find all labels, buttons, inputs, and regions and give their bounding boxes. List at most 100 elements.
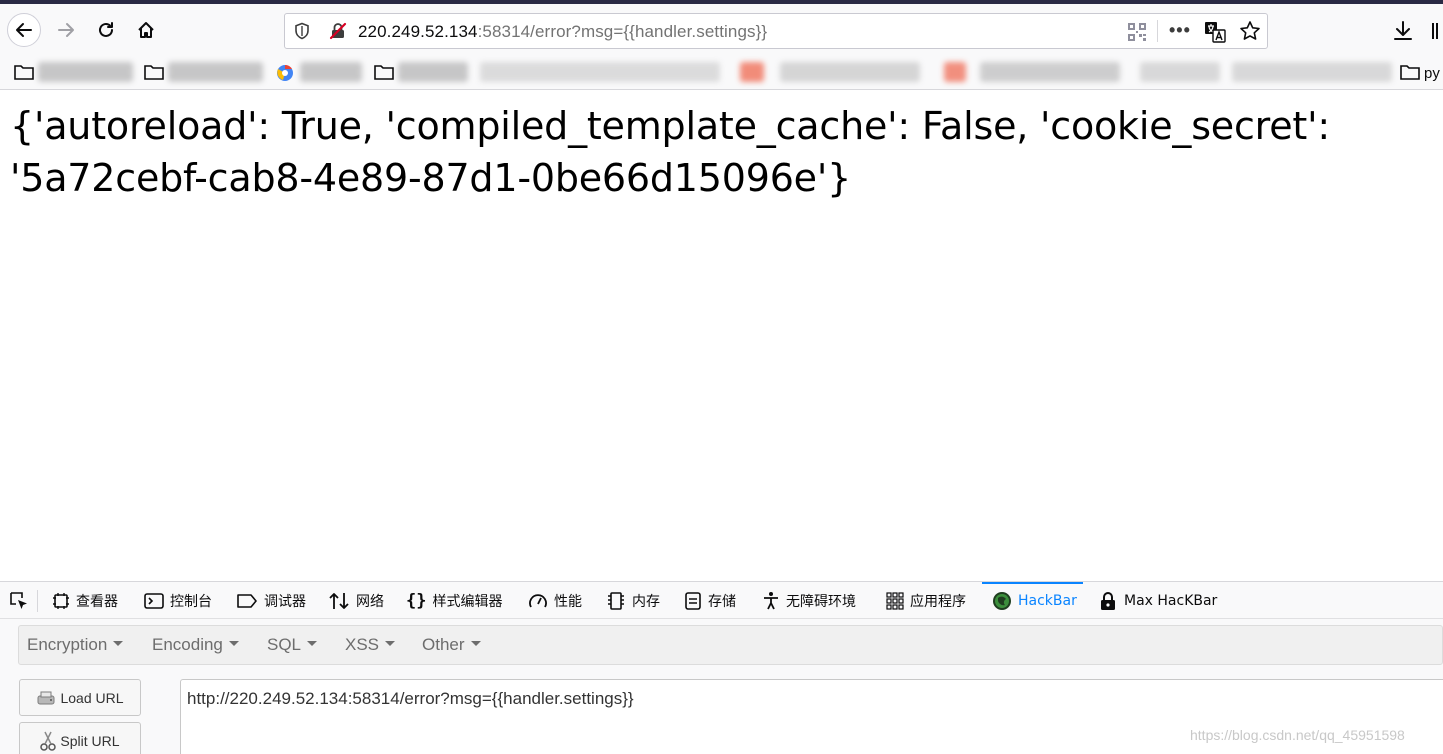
blurred-bookmark[interactable] [480, 62, 720, 82]
tab-performance[interactable]: 性能 [528, 582, 582, 619]
tab-label: 调试器 [264, 593, 306, 610]
navigation-toolbar: 220.249.52.134:58314/error?msg={{handler… [0, 4, 1443, 56]
memory-icon [606, 591, 626, 611]
tab-hackbar[interactable]: HackBar [982, 582, 1083, 619]
bookmark-folder-icon[interactable] [1400, 64, 1420, 85]
split-url-button[interactable]: Split URL [19, 722, 141, 754]
menu-encryption[interactable]: Encryption [27, 635, 124, 655]
accessibility-icon [762, 591, 780, 611]
tab-max-hackbar[interactable]: Max HacKBar [1098, 582, 1217, 619]
blurred-bookmark[interactable] [38, 62, 133, 82]
bookmarks-toolbar: py [0, 56, 1443, 90]
debugger-icon [236, 593, 258, 609]
back-arrow-icon [16, 23, 32, 37]
menu-label: SQL [267, 635, 302, 654]
max-hackbar-icon [1098, 591, 1118, 611]
url-path: :58314/error?msg={{handler.settings}} [477, 22, 768, 41]
tab-label: 存储 [708, 593, 736, 610]
blurred-bookmark[interactable] [780, 62, 920, 82]
reload-icon [99, 22, 113, 37]
watermark: https://blog.csdn.net/qq_45951598 [1190, 727, 1405, 743]
bookmark-folder-icon[interactable] [14, 64, 34, 85]
blurred-bookmark[interactable] [980, 62, 1120, 82]
reload-button[interactable] [89, 13, 123, 47]
button-label: Split URL [60, 732, 120, 749]
blurred-bookmark[interactable] [168, 62, 263, 82]
menu-sql[interactable]: SQL [267, 635, 318, 655]
page-actions-more-button[interactable]: ••• [1169, 20, 1191, 41]
tab-label: 控制台 [170, 593, 212, 610]
console-icon [144, 592, 164, 610]
tab-storage[interactable]: 存储 [684, 582, 736, 619]
blurred-bookmark[interactable] [300, 62, 362, 82]
style-editor-icon: {} [406, 590, 427, 611]
home-icon [138, 22, 154, 38]
button-label: Load URL [60, 689, 124, 706]
qr-code-icon[interactable] [1127, 22, 1147, 47]
blurred-bookmark[interactable] [1232, 62, 1392, 82]
menu-label: Other [422, 635, 465, 654]
hackbar-icon [992, 591, 1012, 611]
tab-console[interactable]: 控制台 [144, 582, 212, 619]
chevron-down-icon [385, 641, 396, 647]
chevron-down-icon [228, 641, 239, 647]
tab-label: 性能 [554, 593, 582, 610]
menu-encoding[interactable]: Encoding [152, 635, 239, 655]
star-icon[interactable] [1239, 20, 1261, 47]
tab-label: HackBar [1018, 592, 1077, 609]
menu-xss[interactable]: XSS [345, 635, 396, 655]
tab-label: 查看器 [76, 593, 118, 610]
bookmark-folder-icon[interactable] [144, 64, 164, 85]
tab-label: 应用程序 [910, 593, 966, 610]
shield-icon[interactable] [293, 22, 311, 45]
load-url-icon [36, 690, 56, 706]
load-url-button[interactable]: Load URL [19, 679, 141, 716]
menu-label: Encoding [152, 635, 223, 654]
element-picker-icon[interactable] [9, 591, 29, 616]
forward-arrow-icon [58, 23, 74, 37]
bookmark-label[interactable]: py [1424, 65, 1440, 82]
hackbar-menu-bar: Encryption Encoding SQL XSS Other [18, 625, 1443, 665]
url-host: 220.249.52.134 [358, 22, 478, 41]
forward-button[interactable] [49, 13, 83, 47]
page-body-text: {'autoreload': True, 'compiled_template_… [10, 104, 1330, 200]
menu-label: XSS [345, 635, 380, 654]
tab-inspector[interactable]: 查看器 [52, 582, 118, 619]
url-text[interactable]: 220.249.52.134:58314/error?msg={{handler… [358, 22, 767, 42]
blurred-bookmark[interactable] [398, 62, 468, 82]
menu-label: Encryption [27, 635, 108, 654]
address-bar-divider [1157, 20, 1158, 42]
blurred-bookmark-favicon [740, 62, 764, 82]
chevron-down-icon [307, 641, 318, 647]
inspector-icon [52, 592, 70, 610]
tab-debugger[interactable]: 调试器 [236, 582, 306, 619]
tab-network[interactable]: 网络 [328, 582, 384, 619]
tab-memory[interactable]: 内存 [606, 582, 660, 619]
blurred-bookmark[interactable] [1140, 62, 1220, 82]
devtools-tab-bar: 查看器 控制台 调试器 网络 {} 样式编辑器 性能 内存 存储 无障碍环境 应… [0, 582, 1443, 619]
address-bar[interactable]: 220.249.52.134:58314/error?msg={{handler… [284, 13, 1268, 49]
bookmark-folder-icon[interactable] [374, 64, 394, 85]
storage-icon [684, 591, 702, 611]
tab-label: 内存 [632, 593, 660, 610]
blurred-bookmark-favicon [944, 62, 966, 82]
tab-label: 样式编辑器 [432, 593, 503, 610]
menu-other[interactable]: Other [422, 635, 481, 655]
tab-accessibility[interactable]: 无障碍环境 [762, 582, 856, 619]
tab-application[interactable]: 应用程序 [886, 582, 966, 619]
bookmark-site-icon[interactable] [276, 64, 294, 87]
back-button[interactable] [7, 13, 41, 47]
scissors-icon [40, 731, 57, 751]
library-icon[interactable] [1431, 20, 1443, 47]
insecure-lock-icon[interactable] [329, 22, 347, 45]
tab-label: 网络 [356, 593, 384, 610]
translate-icon[interactable] [1204, 21, 1226, 48]
tab-label: Max HacKBar [1124, 592, 1218, 609]
home-button[interactable] [129, 13, 163, 47]
tab-label: 无障碍环境 [786, 593, 856, 610]
devtools-divider [37, 590, 38, 612]
chevron-down-icon [113, 641, 124, 647]
download-icon[interactable] [1392, 20, 1414, 47]
tab-style-editor[interactable]: {} 样式编辑器 [406, 582, 502, 619]
chevron-down-icon [470, 641, 481, 647]
